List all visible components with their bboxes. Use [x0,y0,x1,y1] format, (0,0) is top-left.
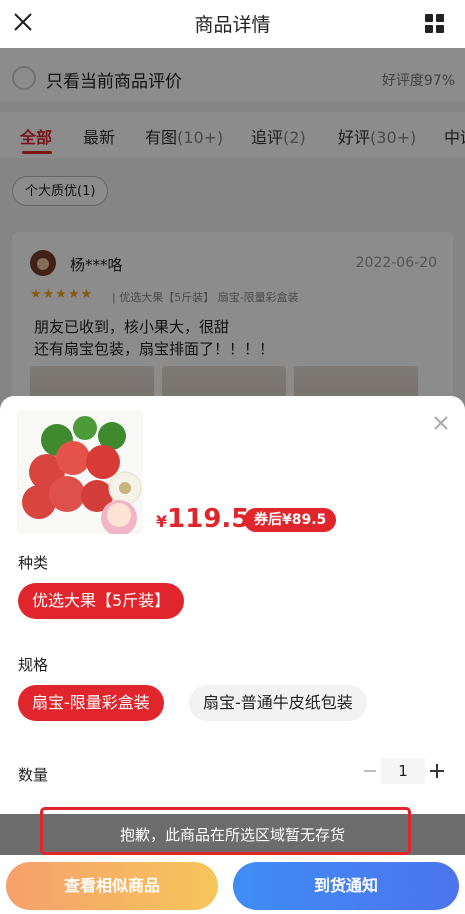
spec-label: 规格 [18,656,49,674]
price: ¥119.5 [156,504,250,534]
grid-icon[interactable] [425,14,444,33]
plus-icon[interactable] [428,762,446,780]
type-option-large-fruit[interactable]: 优选大果【5斤装】 [18,583,185,619]
close-icon[interactable] [432,414,450,432]
spec-option-kraft-paper[interactable]: 扇宝-普通牛皮纸包装 [189,685,367,721]
highlight-box [40,807,411,855]
page-title: 商品详情 [194,14,271,36]
quantity-stepper[interactable]: 1 [381,758,425,784]
spec-option-gift-box[interactable]: 扇宝-限量彩盒装 [18,685,164,721]
type-label: 种类 [18,554,49,572]
minus-icon[interactable] [362,762,378,780]
product-image [17,410,143,534]
close-icon[interactable] [12,11,34,33]
quantity-label: 数量 [18,766,49,784]
view-similar-button[interactable]: 查看相似商品 [6,862,218,910]
top-bar: 商品详情 [0,0,465,48]
arrival-notify-button[interactable]: 到货通知 [233,862,459,910]
coupon-price-badge: 券后¥89.5 [244,508,337,532]
